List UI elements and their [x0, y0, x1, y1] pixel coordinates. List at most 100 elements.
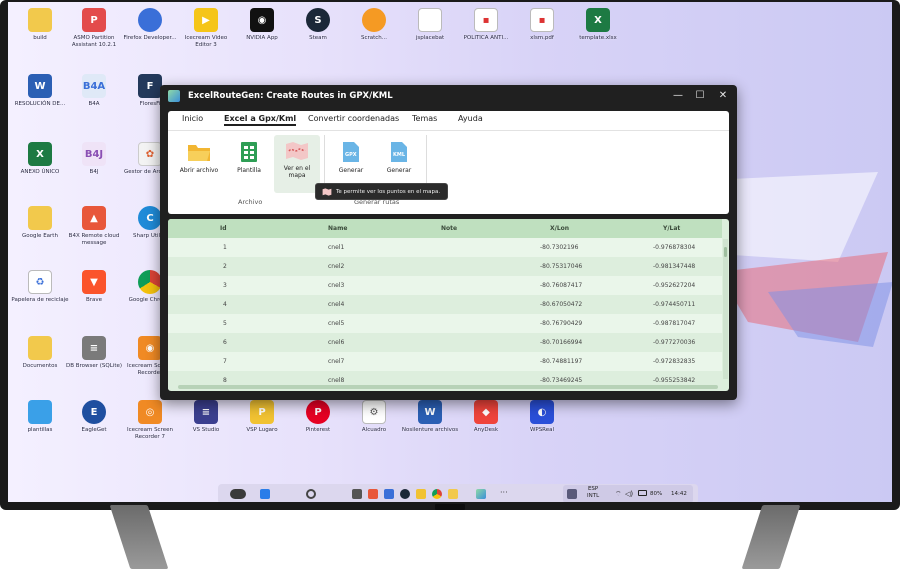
python-icon: P [250, 400, 274, 424]
desktop-icon-scratch[interactable]: Scratch... [344, 8, 404, 42]
desktop-icon-b4x-remote[interactable]: ▲ B4X Remote cloud message [64, 206, 124, 247]
widgets-icon[interactable] [567, 489, 577, 499]
close-button[interactable]: ✕ [713, 88, 733, 104]
document-icon [418, 8, 442, 32]
desktop-icon-wpsreal[interactable]: ◐ WPSReal [512, 400, 572, 434]
table-row[interactable]: 7 cnel7 -80.74881197 -0.972832835 [168, 352, 722, 371]
clock[interactable]: 14:42 [671, 491, 687, 497]
table-row[interactable]: 5 cnel5 -80.76790429 -0.987817047 [168, 314, 722, 333]
battery-percent: 80% [650, 491, 663, 497]
column-id[interactable]: Id [220, 225, 227, 232]
minimize-button[interactable]: — [668, 88, 688, 104]
table-row[interactable]: 6 cnel6 -80.70166994 -0.977270036 [168, 333, 722, 352]
desktop-icon-db-browser[interactable]: ≡ DB Browser (SQLite) [64, 336, 124, 370]
taskbar-app-icon[interactable] [400, 489, 410, 499]
plantilla-button[interactable]: Plantilla [226, 135, 272, 193]
desktop-icon-b4a[interactable]: B4A B4A [64, 74, 124, 108]
taskbar-app-icon[interactable] [384, 489, 394, 499]
tv-stand-right [741, 505, 801, 569]
desktop-icon-nvidia[interactable]: ◉ NVIDIA App [232, 8, 292, 42]
battery-icon[interactable] [638, 490, 647, 496]
chrome-icon[interactable] [432, 489, 442, 499]
table-row[interactable]: 4 cnel4 -80.67050472 -0.974450711 [168, 295, 722, 314]
desktop-icon-recycle-bin[interactable]: ♻ Papelera de reciclaje [10, 270, 70, 304]
column-ylat[interactable]: Y/Lat [663, 225, 680, 232]
desktop-icon-resolucion[interactable]: W RESOLUCIÓN DE... [10, 74, 70, 108]
recycle-bin-icon: ♻ [28, 270, 52, 294]
chrome-icon [138, 270, 162, 294]
desktop-icon-google-earth[interactable]: Google Earth [10, 206, 70, 240]
taskbar-app-icon[interactable] [416, 489, 426, 499]
desktop-icon-video-editor[interactable]: ▶ Icecream Video Editor 3 [176, 8, 236, 49]
tab-inicio[interactable]: Inicio [182, 114, 203, 123]
desktop-icon-template[interactable]: Xtemplate.xlsx [568, 8, 628, 42]
tv-stand-left [109, 505, 169, 569]
desktop-icon-eagleget[interactable]: E EagleGet [64, 400, 124, 434]
scroll-thumb[interactable] [724, 247, 727, 257]
wps-icon: ◐ [530, 400, 554, 424]
weather-icon[interactable] [230, 489, 246, 499]
app-window: ExcelRouteGen: Create Routes in GPX/KML … [160, 85, 737, 400]
desktop-icon-plantillas[interactable]: plantillas [10, 400, 70, 434]
desktop-icon-nosilenture[interactable]: W Nosilenture archivos [400, 400, 460, 434]
tab-excel-gpx-kml[interactable]: Excel a Gpx/Kml [224, 114, 297, 126]
abrir-archivo-button[interactable]: Abrir archivo [176, 135, 222, 193]
desktop-icon-politica[interactable]: ▪ POLITICA ANTI... [456, 8, 516, 42]
desktop-icon-vsp-lugaro[interactable]: P VSP Lugaro [232, 400, 292, 434]
recorder-icon: ◎ [138, 400, 162, 424]
steam-icon: S [306, 8, 330, 32]
wifi-icon[interactable]: ⌔ [615, 490, 622, 499]
taskbar: ··· ESP INTL ⌔ ◁) 80% 14:42 [218, 484, 698, 502]
volume-icon[interactable]: ◁) [625, 490, 633, 498]
column-name[interactable]: Name [328, 225, 347, 232]
desktop-icon-file[interactable]: jsplacebat [400, 8, 460, 42]
start-icon[interactable] [260, 489, 270, 499]
title-bar[interactable]: ExcelRouteGen: Create Routes in GPX/KML … [160, 85, 737, 107]
desktop-icon-anexo[interactable]: X ANEXO ÚNICO [10, 142, 70, 176]
desktop-icon-steam[interactable]: S Steam [288, 8, 348, 42]
more-icon[interactable]: ··· [500, 489, 510, 499]
ver-en-el-mapa-button[interactable]: Ver en el mapa [274, 135, 320, 193]
folder-icon [28, 8, 52, 32]
pdf-icon: ▪ [530, 8, 554, 32]
desktop-icon-build[interactable]: build [10, 8, 70, 42]
desktop-icon-alcuadro[interactable]: ⚙ Alcuadro [344, 400, 404, 434]
tab-bar: Inicio Excel a Gpx/Kml Convertir coorden… [168, 111, 729, 131]
desktop-icon-brave[interactable]: ▼ Brave [64, 270, 124, 304]
desktop-icon-documentos[interactable]: Documentos [10, 336, 70, 370]
b4j-icon: B4J [82, 142, 106, 166]
desktop-icon-partition[interactable]: P ASMO Partition Assistant 10.2.1 [64, 8, 124, 49]
desktop-icon-pinterest[interactable]: P Pinterest [288, 400, 348, 434]
language-indicator[interactable]: ESP INTL [587, 486, 599, 500]
eagleget-icon: E [82, 400, 106, 424]
desktop-icon-firefox[interactable]: Firefox Developer... [120, 8, 180, 42]
desktop-icon-pdf[interactable]: ▪ xlsm.pdf [512, 8, 572, 42]
maximize-button[interactable]: ☐ [690, 88, 710, 104]
desktop-icon-vs-studio[interactable]: ≡ VS Studio [176, 400, 236, 434]
studio-icon: ≡ [194, 400, 218, 424]
taskview-icon[interactable] [352, 489, 362, 499]
anydesk-icon: ◆ [474, 400, 498, 424]
column-xlon[interactable]: X/Lon [550, 225, 569, 232]
desktop-icon-b4j[interactable]: B4J B4J [64, 142, 124, 176]
system-tray: ESP INTL ⌔ ◁) 80% 14:42 [563, 485, 693, 502]
taskbar-app-icon[interactable] [368, 489, 378, 499]
tab-convertir-coordenadas[interactable]: Convertir coordenadas [308, 114, 399, 123]
folder-icon [28, 400, 52, 424]
desktop-icon-anydesk[interactable]: ◆ AnyDesk [456, 400, 516, 434]
table-row[interactable]: 3 cnel3 -80.76087417 -0.952627204 [168, 276, 722, 295]
desktop-icon-screen-recorder-7[interactable]: ◎ Icecream Screen Recorder 7 [120, 400, 180, 441]
horizontal-scrollbar[interactable] [178, 385, 718, 389]
vertical-scrollbar[interactable] [723, 239, 728, 379]
group-label-archivo: Archivo [238, 198, 263, 206]
tab-temas[interactable]: Temas [412, 114, 437, 123]
column-note[interactable]: Note [441, 225, 457, 232]
table-row[interactable]: 2 cnel2 -80.75317046 -0.981347448 [168, 257, 722, 276]
excel-icon: X [28, 142, 52, 166]
excelroutegen-icon[interactable] [476, 489, 486, 499]
tab-ayuda[interactable]: Ayuda [458, 114, 483, 123]
b4a-icon: B4A [82, 74, 106, 98]
table-row[interactable]: 1 cnel1 -80.7302196 -0.976878304 [168, 238, 722, 257]
folder-icon[interactable] [448, 489, 458, 499]
search-icon[interactable] [306, 489, 316, 499]
